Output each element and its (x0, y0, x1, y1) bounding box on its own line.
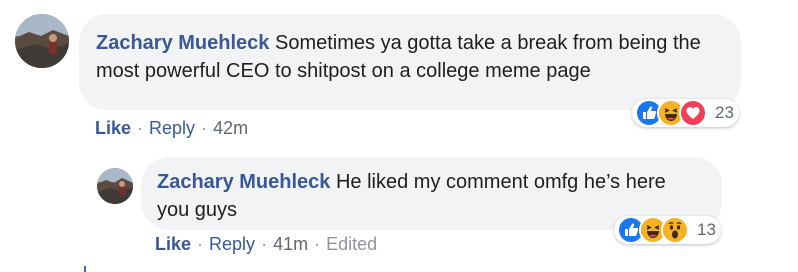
reaction-count: 23 (715, 103, 734, 122)
avatar-photo-icon (97, 168, 133, 204)
reactions-summary[interactable]: 23 (632, 99, 739, 127)
like-link[interactable]: Like (95, 118, 131, 138)
like-link[interactable]: Like (155, 234, 191, 254)
timestamp[interactable]: 41m (273, 234, 308, 254)
avatar[interactable] (97, 168, 133, 204)
comment-author[interactable]: Zachary Muehleck (157, 171, 330, 193)
separator: · (314, 234, 321, 254)
separator: · (197, 234, 204, 254)
comment-actions: Like · Reply · 42m (95, 117, 248, 139)
avatar[interactable] (15, 14, 69, 68)
divider (84, 266, 86, 272)
reaction-count: 13 (697, 220, 716, 239)
comment-bubble: Zachary Muehleck Sometimes ya gotta take… (79, 14, 741, 110)
love-icon (679, 99, 707, 127)
timestamp[interactable]: 42m (213, 118, 248, 138)
wow-icon (661, 216, 689, 244)
comment-author[interactable]: Zachary Muehleck (96, 32, 269, 54)
comment-actions: Like · Reply · 41m · Edited (155, 233, 377, 255)
separator: · (261, 234, 268, 254)
reactions-summary[interactable]: 13 (614, 216, 721, 244)
comment-thread: Zachary Muehleck Sometimes ya gotta take… (0, 0, 798, 272)
edited-label[interactable]: Edited (326, 234, 377, 254)
separator: · (137, 118, 144, 138)
avatar-photo-icon (15, 14, 69, 68)
separator: · (201, 118, 208, 138)
reply-link[interactable]: Reply (149, 118, 195, 138)
reply-link[interactable]: Reply (209, 234, 255, 254)
